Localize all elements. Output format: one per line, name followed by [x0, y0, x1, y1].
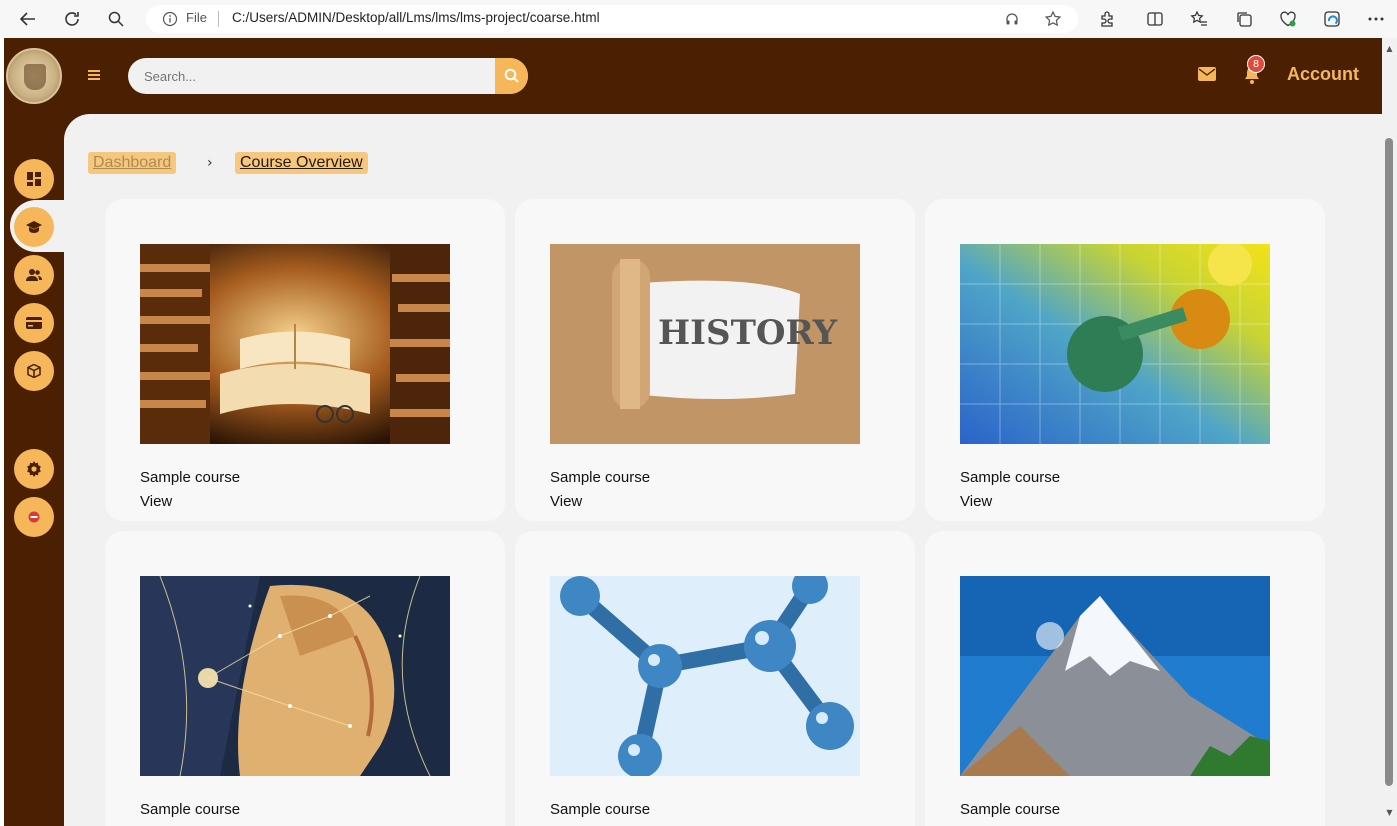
course-title: Sample course — [550, 801, 651, 818]
constellation-head-image[interactable] — [140, 576, 450, 776]
breadcrumb-current[interactable]: Course Overview — [235, 152, 368, 174]
browser-essentials-icon[interactable] — [1276, 7, 1300, 31]
history-image-text: HISTORY — [658, 313, 838, 353]
favorite-star-icon[interactable] — [1044, 10, 1062, 32]
address-bar[interactable]: File C:/Users/ADMIN/Desktop/all/Lms/lms/… — [146, 5, 1078, 33]
credit-card-icon — [26, 317, 42, 329]
institute-logo[interactable] — [6, 48, 62, 104]
notification-badge: 8 — [1247, 55, 1265, 73]
split-screen-icon[interactable] — [1143, 7, 1167, 31]
sidebar-item-dashboard[interactable] — [14, 159, 54, 199]
search-icon[interactable] — [104, 7, 128, 31]
users-icon — [26, 269, 42, 281]
app-root: 8 Account Dashboard › Course Overview — [4, 38, 1382, 826]
molecule-image[interactable] — [550, 576, 860, 776]
favorites-icon[interactable] — [1187, 7, 1211, 31]
box-icon — [27, 364, 41, 378]
breadcrumb-dashboard[interactable]: Dashboard — [88, 152, 177, 174]
search-icon — [504, 68, 519, 83]
course-card[interactable]: Sample course View — [925, 199, 1325, 521]
sidebar-item-payments[interactable] — [14, 303, 54, 343]
top-navbar: 8 Account — [4, 38, 1382, 114]
page-scrollbar[interactable]: ▲ ▼ — [1382, 38, 1397, 826]
sidebar-item-settings[interactable] — [14, 449, 54, 489]
course-card[interactable]: Sample course View — [105, 199, 505, 521]
address-separator — [218, 11, 219, 27]
course-title: Sample course — [550, 469, 651, 486]
course-card[interactable]: HISTORY Sample course View — [515, 199, 915, 521]
history-image[interactable]: HISTORY — [550, 244, 860, 444]
reload-icon[interactable] — [60, 7, 84, 31]
collections-icon[interactable] — [1232, 7, 1256, 31]
search-input[interactable] — [128, 58, 495, 94]
course-view-link[interactable]: View — [960, 493, 992, 510]
browser-toolbar: File C:/Users/ADMIN/Desktop/all/Lms/lms/… — [0, 0, 1397, 38]
course-view-link[interactable]: View — [550, 493, 582, 510]
logout-icon — [28, 511, 40, 523]
mountain-image[interactable] — [960, 576, 1270, 776]
more-options-icon[interactable] — [1364, 7, 1388, 31]
course-title: Sample course — [960, 469, 1061, 486]
gear-icon — [27, 461, 41, 477]
read-aloud-icon[interactable] — [1004, 11, 1020, 31]
url-text[interactable]: C:/Users/ADMIN/Desktop/all/Lms/lms/lms-p… — [232, 10, 600, 25]
course-card[interactable]: Sample course — [105, 531, 505, 826]
sidebar-item-packages[interactable] — [14, 351, 54, 391]
file-label: File — [186, 10, 207, 25]
course-title: Sample course — [960, 801, 1061, 818]
sidebar-item-logout[interactable] — [14, 497, 54, 537]
dashboard-icon — [27, 172, 41, 186]
course-card[interactable]: Sample course — [925, 531, 1325, 826]
course-card[interactable]: Sample course — [515, 531, 915, 826]
sidebar-item-courses[interactable] — [14, 207, 54, 247]
mail-icon[interactable] — [1198, 66, 1218, 86]
scroll-down-icon[interactable]: ▼ — [1385, 808, 1394, 817]
search-bar — [128, 58, 528, 94]
scroll-up-icon[interactable]: ▲ — [1385, 44, 1394, 53]
sidebar-item-users[interactable] — [14, 255, 54, 295]
back-icon[interactable] — [16, 7, 40, 31]
course-title: Sample course — [140, 469, 241, 486]
hamburger-menu-icon[interactable] — [88, 66, 104, 86]
breadcrumb-separator: › — [207, 155, 213, 171]
edge-icon[interactable] — [1320, 7, 1344, 31]
course-view-link[interactable]: View — [140, 493, 172, 510]
info-icon[interactable] — [162, 11, 178, 31]
main-content: Dashboard › Course Overview Sample cours… — [64, 114, 1382, 826]
scrollbar-thumb[interactable] — [1385, 138, 1393, 786]
library-books-image[interactable] — [140, 244, 450, 444]
account-menu[interactable]: Account — [1287, 64, 1359, 85]
periodic-table-image[interactable] — [960, 244, 1270, 444]
course-title: Sample course — [140, 801, 241, 818]
graduation-cap-icon — [26, 221, 42, 233]
search-button[interactable] — [495, 58, 528, 94]
extensions-icon[interactable] — [1095, 7, 1119, 31]
